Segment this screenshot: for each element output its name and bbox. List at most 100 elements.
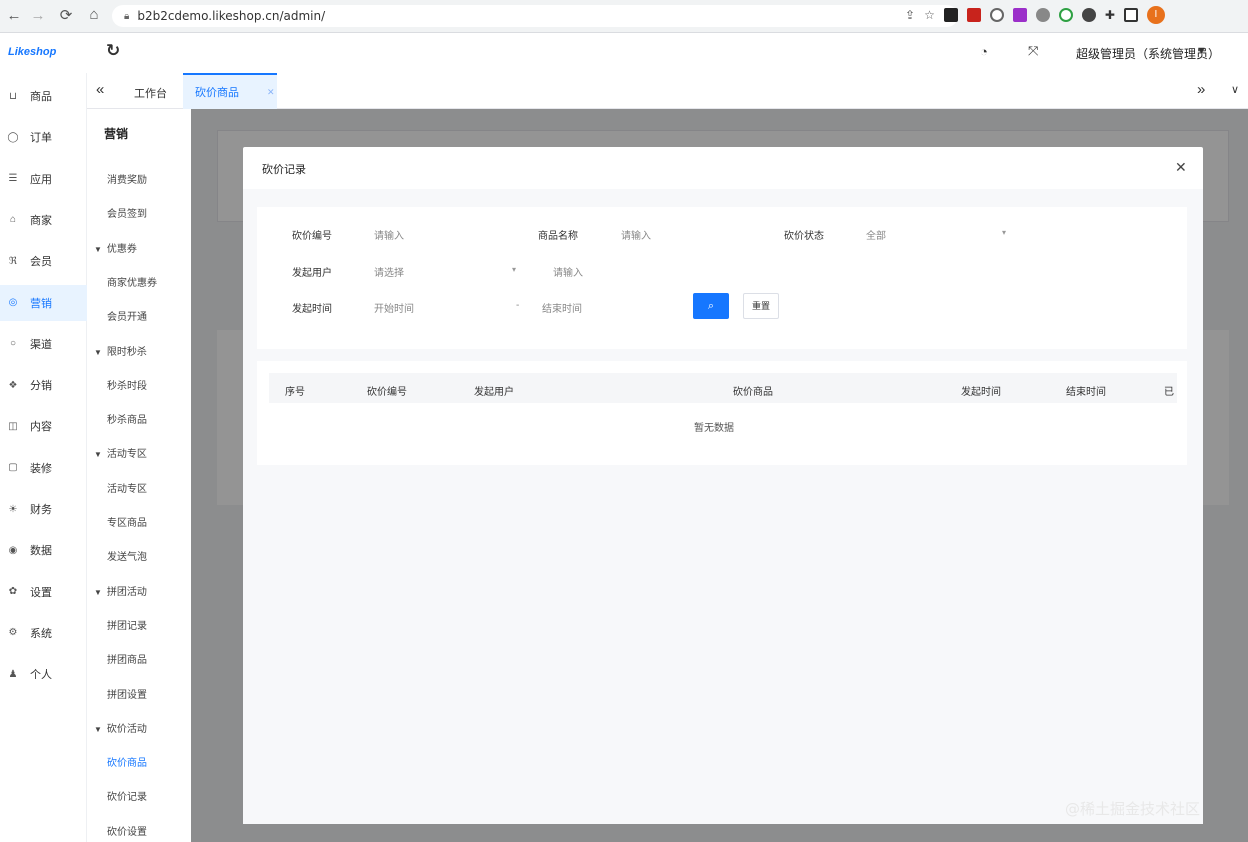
extension-icon[interactable] (966, 8, 981, 22)
initiator-select[interactable]: 请选择 (374, 264, 404, 279)
fullscreen-icon[interactable]: ⤧ (1028, 43, 1038, 59)
submenu-item[interactable]: 拼团设置 (107, 686, 147, 701)
user-icon: ℜ (8, 255, 18, 267)
submenu-item[interactable]: 消费奖励 (107, 171, 147, 186)
tabs-bar: « 工作台 砍价商品 ✕ » ∨ (87, 73, 1248, 109)
scroll-right-icon[interactable]: » (1197, 81, 1205, 98)
decoration-icon: ▢ (8, 462, 18, 474)
sidebar-item-label: 应用 (30, 173, 52, 186)
submenu-group-label: 拼团活动 (106, 586, 147, 598)
submenu-item[interactable]: 会员签到 (107, 205, 147, 220)
initiator-input[interactable]: 请输入 (553, 264, 583, 279)
submenu-item[interactable]: 会员开通 (107, 308, 147, 323)
person-icon: ♟ (8, 668, 18, 680)
refresh-icon[interactable]: ↻ (106, 41, 120, 61)
submenu-item[interactable]: 商家优惠券 (107, 274, 157, 289)
initiator-label: 发起用户 (292, 268, 332, 279)
home-icon[interactable]: ⌂ (80, 6, 108, 23)
submenu-group[interactable]: ▼ 优惠券 (94, 240, 137, 255)
sidebar-item[interactable]: ⚙ 系统 (0, 615, 87, 651)
table-header: 序号 砍价编号 发起用户 砍价商品 发起时间 结束时间 已 (269, 373, 1177, 403)
sidebar-item[interactable]: ◫ 内容 (0, 408, 87, 444)
order-icon: ◯ (7, 131, 19, 143)
submenu-item[interactable]: 秒杀商品 (107, 411, 147, 426)
sidebar-item[interactable]: ○ 渠道 (0, 326, 87, 362)
sidebar-item[interactable]: ◎ 营销 (0, 284, 87, 321)
sidebar-item-label: 会员 (30, 256, 52, 269)
search-button[interactable]: ⌕ (693, 293, 729, 319)
profile-avatar[interactable]: I (1146, 6, 1165, 24)
submenu-group[interactable]: ▼ 活动专区 (94, 445, 147, 460)
sidebar-item[interactable]: ❖ 分销 (0, 367, 87, 403)
submenu-item[interactable]: 拼团记录 (107, 617, 147, 632)
chevron-down-icon[interactable]: ▾ (512, 265, 516, 274)
sidebar-item-label: 个人 (30, 669, 52, 682)
submenu-group[interactable]: ▼ 拼团活动 (94, 583, 147, 598)
column-header: 砍价编号 (367, 387, 407, 398)
sidebar-item-label: 分销 (30, 380, 52, 393)
browser-toolbar: ← → ⟳ ⌂ 🔒︎ b2b2cdemo.likeshop.cn/admin/ … (0, 0, 1248, 33)
caret-down-icon: ▼ (94, 244, 102, 254)
data-icon: ◉ (8, 544, 18, 556)
caret-down-icon[interactable]: ▼ (1196, 45, 1207, 57)
collapse-icon[interactable]: « (96, 81, 104, 98)
sidepanel-icon[interactable] (1123, 8, 1138, 22)
start-time-input[interactable]: 开始时间 (374, 300, 414, 315)
puzzle-icon[interactable]: ✚ (1105, 8, 1115, 22)
sidebar-item[interactable]: ◯ 订单 (0, 119, 87, 155)
submenu-group-label: 优惠券 (106, 243, 137, 255)
close-icon[interactable]: ✕ (267, 87, 275, 98)
tab-bargain-goods[interactable]: 砍价商品 ✕ (183, 73, 277, 109)
search-icon: ⌕ (707, 300, 715, 312)
chevron-down-icon[interactable]: ∨ (1231, 83, 1239, 96)
submenu-item[interactable]: 秒杀时段 (107, 377, 147, 392)
extension-icon[interactable] (989, 8, 1004, 22)
sidebar-item[interactable]: ▢ 装修 (0, 450, 87, 486)
share-icon[interactable]: ⇪ (905, 8, 915, 22)
end-time-input[interactable]: 结束时间 (542, 300, 582, 315)
extension-icon[interactable] (943, 8, 958, 22)
sidebar-item[interactable]: ✿ 设置 (0, 574, 87, 610)
submenu-item[interactable]: 砍价设置 (107, 823, 147, 838)
sidebar-item[interactable]: ⌂ 商家 (0, 202, 87, 238)
forward-icon[interactable]: → (24, 7, 52, 24)
extension-icon[interactable] (1012, 8, 1027, 22)
extension-icon[interactable] (1035, 8, 1050, 22)
submenu-group[interactable]: ▼ 砍价活动 (94, 720, 147, 735)
submenu-item[interactable]: 专区商品 (107, 514, 147, 529)
goods-name-input[interactable]: 请输入 (621, 227, 651, 242)
submenu-item[interactable]: 拼团商品 (107, 651, 147, 666)
caret-down-icon: ▼ (94, 587, 102, 597)
sidebar-item[interactable]: ℜ 会员 (0, 243, 87, 279)
submenu-item[interactable]: 砍价记录 (107, 788, 147, 803)
column-header: 发起时间 (961, 387, 1001, 398)
submenu-item[interactable]: 砍价商品 (107, 754, 147, 769)
submenu-group-label: 限时秒杀 (106, 346, 147, 358)
tab-workbench[interactable]: 工作台 (134, 85, 167, 101)
main-sidebar: ⊔ 商品 ◯ 订单 ☰ 应用 ⌂ 商家 ℜ 会员 ◎ 营销 ○ 渠道 ❖ 分销 ◫ 内容 ▢ 装修 ☀ 财务 ◉ 数据 ✿ 设置 ⚙… (0, 73, 87, 842)
extension-icon[interactable] (1081, 8, 1096, 22)
submenu-group-label: 砍价活动 (106, 723, 147, 735)
bookmark-star-icon[interactable]: ☆ (924, 8, 935, 22)
sidebar-item-label: 商家 (30, 214, 52, 227)
submenu-group[interactable]: ▼ 限时秒杀 (94, 343, 147, 358)
bargain-no-input[interactable]: 请输入 (374, 227, 404, 242)
reset-button[interactable]: 重置 (743, 293, 779, 319)
address-bar[interactable]: 🔒︎ b2b2cdemo.likeshop.cn/admin/ (112, 5, 958, 27)
sidebar-item[interactable]: ☀ 财务 (0, 491, 87, 527)
sidebar-item[interactable]: ⊔ 商品 (0, 78, 87, 114)
submenu-item[interactable]: 活动专区 (107, 480, 147, 495)
bell-icon[interactable]: ◔ (980, 44, 988, 59)
sidebar-item[interactable]: ◉ 数据 (0, 532, 87, 568)
empty-text: 暂无数据 (694, 423, 734, 434)
system-icon: ⚙ (8, 627, 18, 639)
submenu-item[interactable]: 发送气泡 (107, 548, 147, 563)
sidebar-item[interactable]: ☰ 应用 (0, 161, 87, 197)
sidebar-item[interactable]: ♟ 个人 (0, 656, 87, 692)
reload-icon[interactable]: ⟳ (52, 6, 80, 24)
filter-form: 砍价编号 请输入 商品名称 请输入 砍价状态 全部 ▾ 发起用户 请选择 ▾ 请… (257, 207, 1187, 349)
status-select[interactable]: 全部 (866, 227, 886, 242)
close-icon[interactable]: ✕ (1175, 159, 1187, 176)
extension-icon[interactable] (1058, 8, 1073, 22)
chevron-down-icon[interactable]: ▾ (1002, 228, 1006, 237)
